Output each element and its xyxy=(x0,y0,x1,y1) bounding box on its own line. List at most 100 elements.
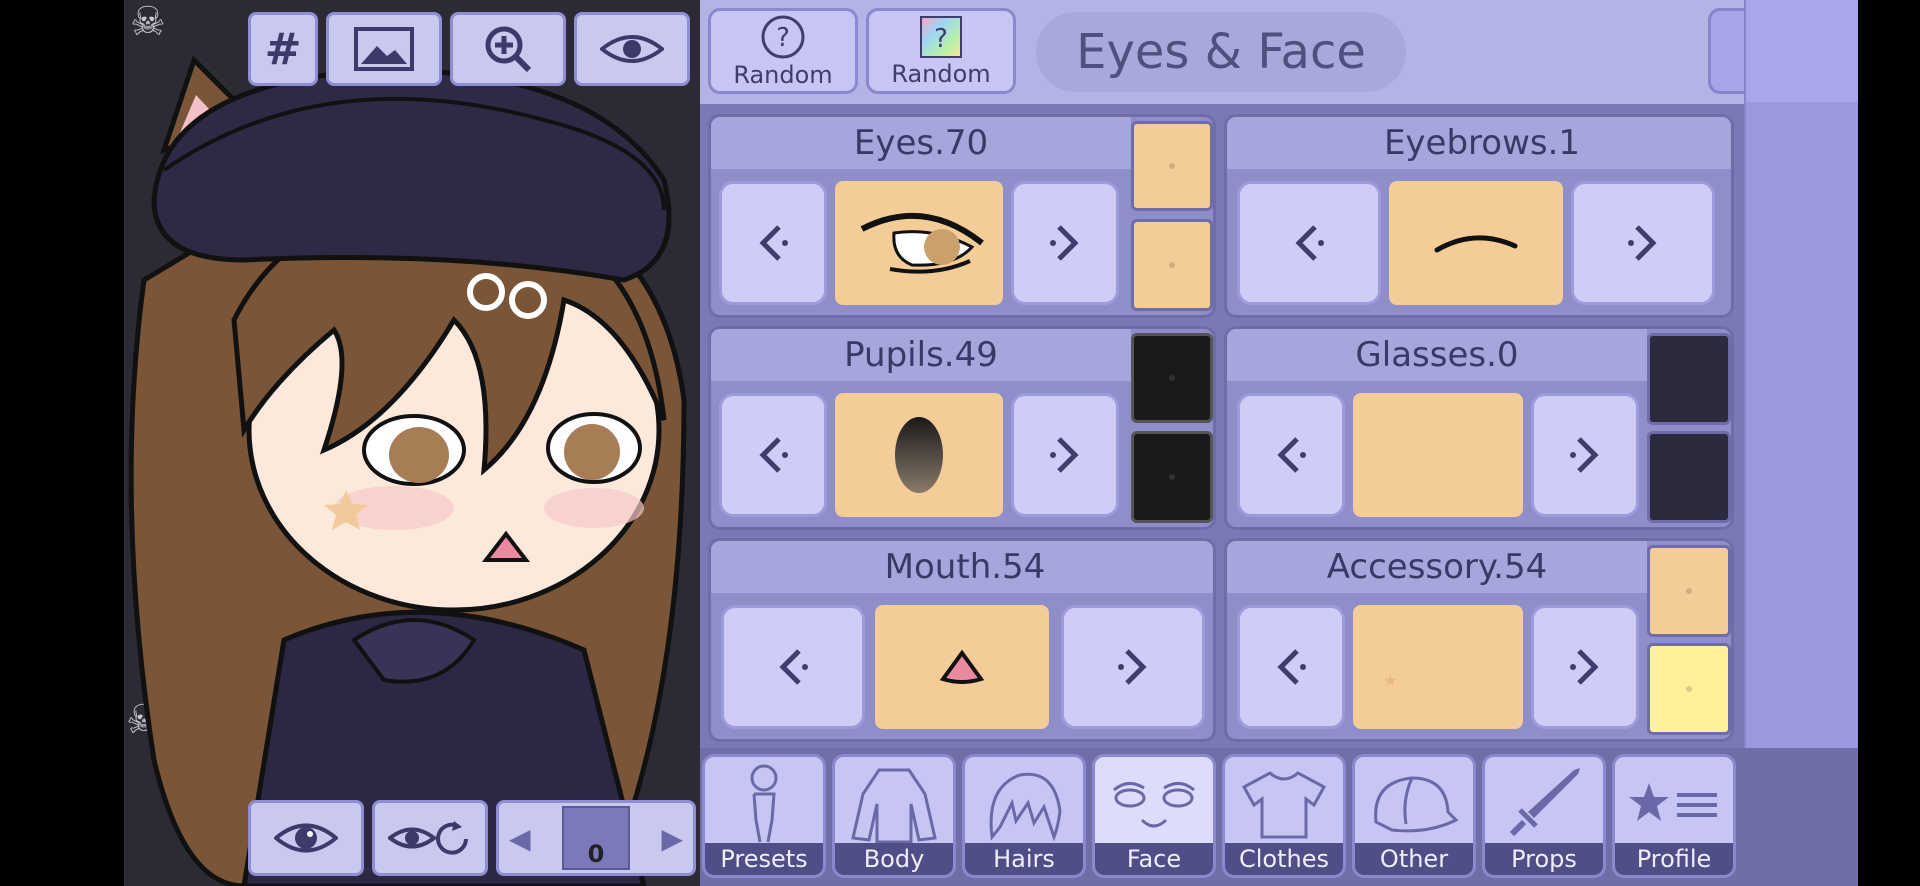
card-title: Accessory.54 xyxy=(1227,541,1647,593)
glasses-color-1[interactable] xyxy=(1647,333,1731,425)
chevron-right-icon xyxy=(1570,649,1599,685)
chevron-right-icon xyxy=(1050,437,1079,473)
next-preset-button[interactable]: ▶ xyxy=(661,822,683,855)
page-title-text: Eyes & Face xyxy=(1076,24,1366,80)
mannequin-icon xyxy=(750,764,778,843)
glasses-next-button[interactable] xyxy=(1531,393,1639,517)
chevron-left-icon xyxy=(759,225,788,261)
tab-hairs[interactable]: Hairs xyxy=(962,754,1086,878)
card-eyes: Eyes.70 xyxy=(708,114,1216,318)
eyes-color-1[interactable] xyxy=(1131,121,1213,211)
eyes-prev-button[interactable] xyxy=(719,181,827,305)
editor-panel: ? Random ? Random Eyes & Face X Eyes.70 xyxy=(700,0,1858,886)
editor-header: ? Random ? Random Eyes & Face xyxy=(700,0,1744,104)
glasses-preview[interactable] xyxy=(1353,393,1523,517)
tab-props[interactable]: Props xyxy=(1482,754,1606,878)
color-question-icon: ? xyxy=(920,16,962,58)
mouth-preview[interactable] xyxy=(875,605,1049,729)
chevron-left-icon xyxy=(779,649,808,685)
tab-label: Body xyxy=(863,845,925,873)
tab-label: Other xyxy=(1379,845,1449,873)
shirt-icon xyxy=(1242,771,1326,839)
tab-other[interactable]: Other xyxy=(1352,754,1476,878)
character-illustration xyxy=(128,55,687,886)
pupils-color-1[interactable] xyxy=(1131,333,1213,423)
card-title-text: Glasses.0 xyxy=(1355,335,1519,375)
mouth-next-button[interactable] xyxy=(1061,605,1205,729)
mouth-shape-icon xyxy=(939,649,985,684)
eye-icon xyxy=(600,35,664,63)
pupils-preview[interactable] xyxy=(835,393,1003,517)
svg-text:?: ? xyxy=(934,24,948,54)
accessory-preview[interactable]: ★ xyxy=(1353,605,1523,729)
card-title: Eyebrows.1 xyxy=(1227,117,1731,169)
accessory-next-button[interactable] xyxy=(1531,605,1639,729)
right-side-strip xyxy=(1744,0,1858,748)
hide-ui-button[interactable] xyxy=(248,800,364,876)
eyebrows-preview[interactable] xyxy=(1389,181,1563,305)
visibility-button[interactable] xyxy=(574,12,690,86)
glasses-prev-button[interactable] xyxy=(1237,393,1345,517)
eyebrow-shape-icon xyxy=(1434,235,1518,253)
grid-toggle-button[interactable]: # xyxy=(248,12,318,86)
card-title-text: Eyebrows.1 xyxy=(1383,123,1581,163)
star-icon: ★ xyxy=(1383,671,1398,690)
preset-preview: 0 xyxy=(562,806,630,870)
chevron-left-icon xyxy=(1277,437,1306,473)
tab-body[interactable]: Body xyxy=(832,754,956,878)
tab-label: Hairs xyxy=(993,845,1055,873)
card-title: Mouth.54 xyxy=(711,541,1213,593)
sword-icon xyxy=(1509,768,1580,837)
tab-presets[interactable]: Presets xyxy=(702,754,826,878)
random-all-label: Random xyxy=(733,61,833,89)
eyes-next-button[interactable] xyxy=(1011,181,1119,305)
glasses-color-2[interactable] xyxy=(1647,431,1731,523)
cap-icon xyxy=(1374,776,1459,833)
eye-rotate-icon xyxy=(388,821,468,855)
accessory-color-2[interactable] xyxy=(1647,643,1731,735)
card-title: Glasses.0 xyxy=(1227,329,1647,381)
eyebrows-prev-button[interactable] xyxy=(1237,181,1381,305)
svg-text:?: ? xyxy=(776,23,790,53)
pupils-prev-button[interactable] xyxy=(719,393,827,517)
question-circle-icon: ? xyxy=(761,15,805,59)
tab-label: Presets xyxy=(720,845,808,873)
random-color-button[interactable]: ? Random xyxy=(866,8,1016,94)
tab-clothes[interactable]: Clothes xyxy=(1222,754,1346,878)
zoom-button[interactable] xyxy=(450,12,566,86)
random-color-label: Random xyxy=(891,60,991,88)
accessory-color-1[interactable] xyxy=(1647,545,1731,637)
pupils-color-2[interactable] xyxy=(1131,431,1213,523)
eye-icon xyxy=(274,823,338,853)
card-glasses: Glasses.0 xyxy=(1224,326,1734,530)
eyebrows-next-button[interactable] xyxy=(1571,181,1715,305)
reset-view-button[interactable] xyxy=(372,800,488,876)
card-title: Eyes.70 xyxy=(711,117,1131,169)
tab-profile[interactable]: Profile xyxy=(1612,754,1736,878)
page-title: Eyes & Face xyxy=(1036,12,1406,92)
pupils-next-button[interactable] xyxy=(1011,393,1119,517)
prev-preset-button[interactable]: ◀ xyxy=(509,822,531,855)
chevron-right-icon xyxy=(1050,225,1079,261)
pupil-shape-icon xyxy=(895,417,943,493)
eyes-color-2[interactable] xyxy=(1131,219,1213,311)
card-title-text: Accessory.54 xyxy=(1326,547,1548,587)
card-pupils: Pupils.49 xyxy=(708,326,1216,530)
card-mouth: Mouth.54 xyxy=(708,538,1216,742)
card-title-text: Pupils.49 xyxy=(844,335,998,375)
mouth-prev-button[interactable] xyxy=(721,605,865,729)
app: ☠ ☠ ☠ xyxy=(124,0,1858,886)
tab-label: Face xyxy=(1126,845,1182,873)
face-icon xyxy=(1113,782,1195,828)
chevron-left-icon xyxy=(759,437,788,473)
body-icon xyxy=(851,768,937,844)
chevron-right-icon xyxy=(1118,649,1147,685)
random-all-button[interactable]: ? Random xyxy=(708,8,858,94)
background-button[interactable] xyxy=(326,12,442,86)
accessory-prev-button[interactable] xyxy=(1237,605,1345,729)
card-eyebrows: Eyebrows.1 xyxy=(1224,114,1734,318)
eyes-preview[interactable] xyxy=(835,181,1003,305)
tab-label: Profile xyxy=(1636,845,1712,873)
tab-face[interactable]: Face xyxy=(1092,754,1216,878)
chevron-right-icon xyxy=(1628,225,1657,261)
